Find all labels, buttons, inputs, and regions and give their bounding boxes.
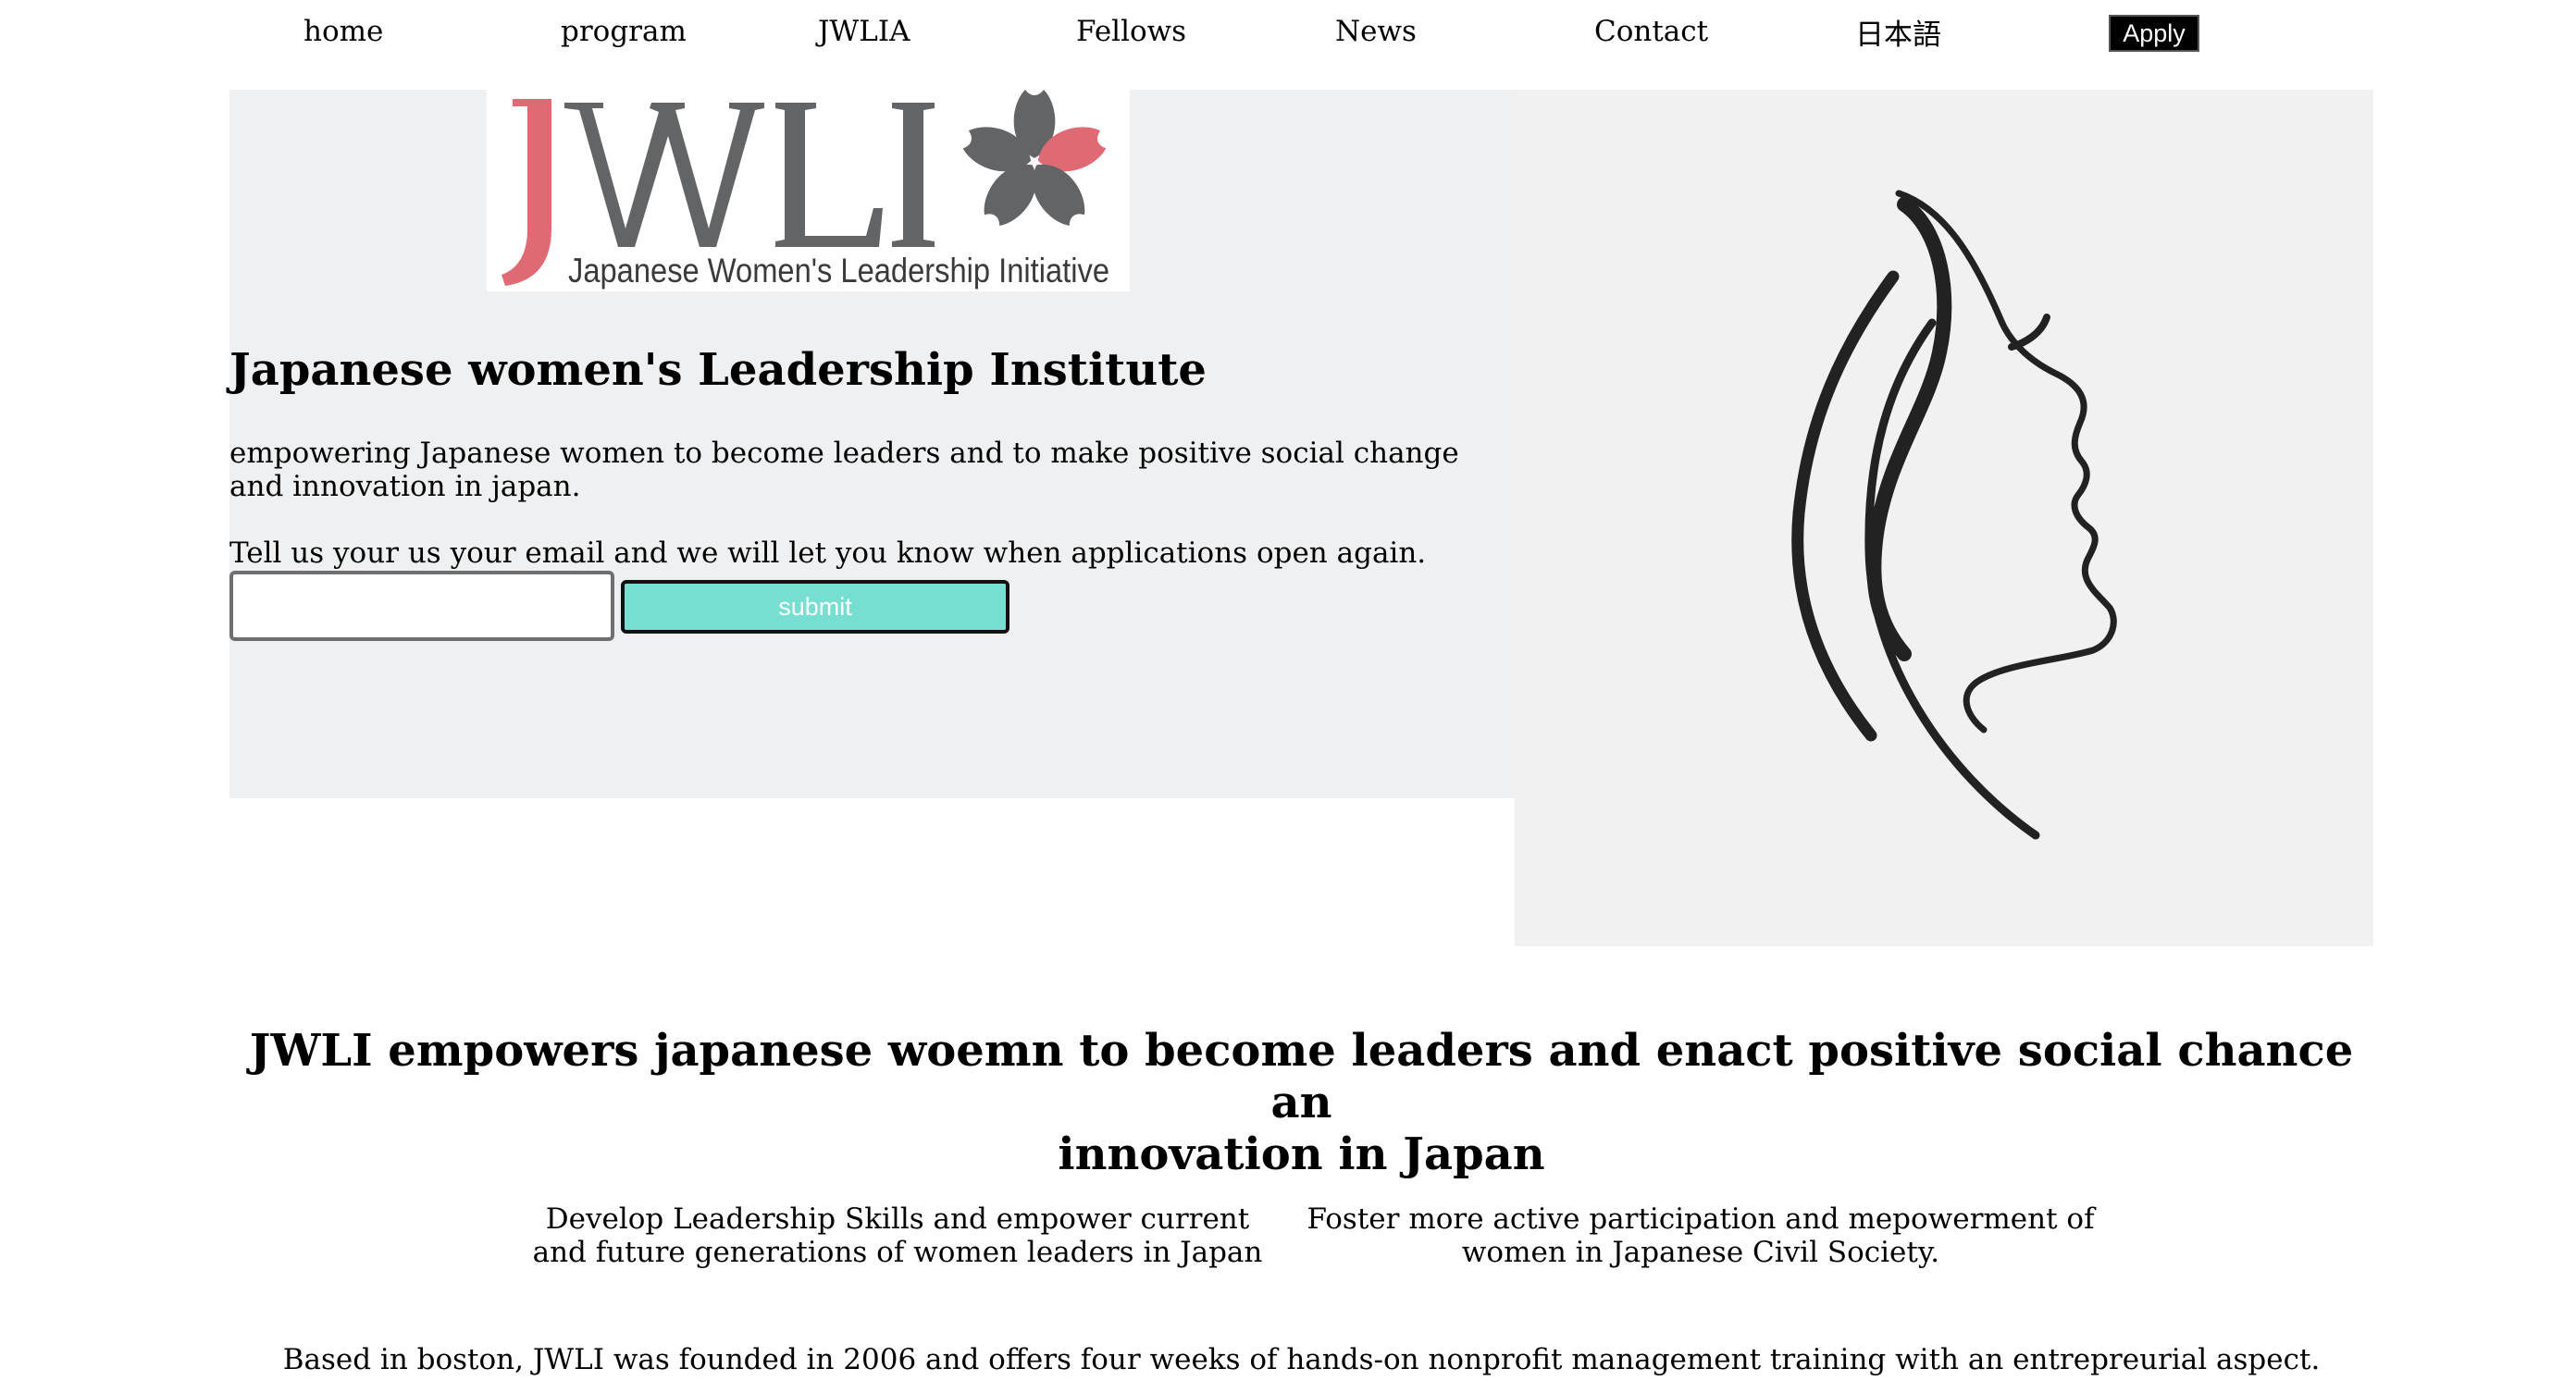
hero-subtitle: empowering Japanese women to become lead…: [229, 437, 1459, 503]
jwli-logo: Japanese Women's Leadership Initiative: [487, 90, 1130, 291]
nav-home[interactable]: home: [303, 13, 383, 50]
pillar-civil-society: Foster more active participation and mep…: [1307, 1202, 2095, 1269]
apply-button[interactable]: Apply: [2109, 15, 2199, 52]
jwli-logo-graphic: Japanese Women's Leadership Initiative: [502, 90, 1109, 290]
logo-letter-i: [892, 103, 935, 247]
mission-line-2: innovation in Japan: [1058, 1128, 1545, 1180]
nav-japanese[interactable]: 日本語: [1855, 17, 1941, 54]
submit-button[interactable]: submit: [621, 580, 1009, 634]
logo-tagline: Japanese Women's Leadership Initiative: [568, 252, 1109, 290]
email-input[interactable]: [229, 571, 614, 641]
cherry-blossom-icon: [962, 90, 1107, 226]
email-prompt: Tell us your us your email and we will l…: [229, 536, 1427, 570]
logo-letter-j: [502, 99, 551, 286]
nav-fellows[interactable]: Fellows: [1076, 13, 1186, 50]
woman-profile-illustration: [1791, 190, 2117, 840]
about-text: Based in boston, JWLI was founded in 200…: [282, 1343, 2321, 1376]
nav-contact[interactable]: Contact: [1594, 13, 1708, 50]
hero-title: Japanese women's Leadership Institute: [229, 344, 1207, 396]
nav-program[interactable]: program: [561, 13, 687, 50]
mission-line-1: JWLI empowers japanese woemn to become l…: [249, 1025, 2354, 1128]
pillar-leadership-skills: Develop Leadership Skills and empower cu…: [532, 1202, 1263, 1269]
mission-heading: JWLI empowers japanese woemn to become l…: [229, 1025, 2373, 1180]
nav-news[interactable]: News: [1335, 13, 1417, 50]
logo-letter-w: [564, 103, 764, 247]
nav-jwlia[interactable]: JWLIA: [818, 13, 910, 50]
logo-letter-l: [775, 103, 883, 247]
